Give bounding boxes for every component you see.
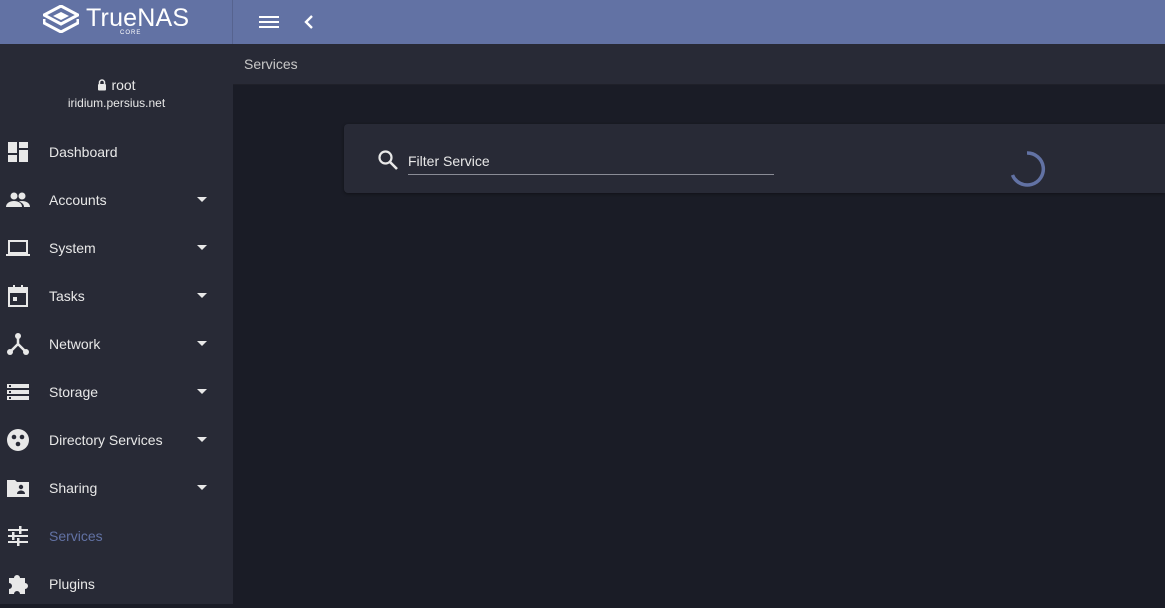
- breadcrumb: Services: [244, 56, 298, 72]
- hostname: iridium.persius.net: [67, 96, 166, 110]
- sidebar-item-plugins[interactable]: Plugins: [0, 560, 233, 608]
- tune-icon: [8, 526, 28, 546]
- sidebar-item-label: Accounts: [49, 192, 107, 208]
- sidebar-item-accounts[interactable]: Accounts: [0, 176, 233, 224]
- sidebar-item-storage[interactable]: Storage: [0, 368, 233, 416]
- chevron-left-icon[interactable]: [300, 11, 320, 33]
- sidebar-item-tasks[interactable]: Tasks: [0, 272, 233, 320]
- sidebar-item-network[interactable]: Network: [0, 320, 233, 368]
- shared-folder-icon: [7, 480, 29, 497]
- brand[interactable]: TrueNAS CORE: [0, 0, 233, 44]
- sidebar-item-sharing[interactable]: Sharing: [0, 464, 233, 512]
- brand-name: TrueNAS: [86, 4, 190, 32]
- caret-down-icon: [197, 485, 207, 490]
- sidebar-item-directory-services[interactable]: Directory Services: [0, 416, 233, 464]
- calendar-icon: [8, 285, 28, 307]
- services-card: [344, 124, 1165, 193]
- breadcrumb-bar: Services: [233, 44, 1165, 85]
- caret-down-icon: [197, 245, 207, 250]
- sidebar-item-label: Directory Services: [49, 432, 163, 448]
- caret-down-icon: [197, 341, 207, 346]
- sidebar-item-label: Storage: [49, 384, 99, 400]
- username: root: [111, 77, 136, 93]
- caret-down-icon: [197, 293, 207, 298]
- loading-spinner-icon: [1010, 151, 1046, 187]
- sidebar-item-label: Sharing: [49, 480, 98, 496]
- puzzle-icon: [9, 575, 28, 594]
- sidebar-item-label: Network: [49, 336, 101, 352]
- sidebar-item-dashboard[interactable]: Dashboard: [0, 128, 233, 176]
- dashboard-icon: [8, 142, 28, 162]
- top-toolbar: TrueNAS CORE: [0, 0, 1165, 44]
- laptop-icon: [6, 240, 30, 256]
- directory-icon: [7, 429, 29, 451]
- lock-icon: [98, 79, 107, 91]
- user-info: root iridium.persius.net: [0, 76, 233, 110]
- caret-down-icon: [197, 437, 207, 442]
- search-icon: [378, 150, 398, 170]
- sidebar-item-system[interactable]: System: [0, 224, 233, 272]
- caret-down-icon: [197, 197, 207, 202]
- truenas-logo-icon: [43, 5, 79, 33]
- network-icon: [7, 333, 29, 355]
- caret-down-icon: [197, 389, 207, 394]
- people-icon: [6, 192, 30, 207]
- storage-icon: [7, 384, 29, 400]
- filter-service-input[interactable]: [408, 151, 774, 175]
- sidebar-item-label: Plugins: [49, 576, 95, 592]
- sidebar-item-label: System: [49, 240, 96, 256]
- sidebar-item-label: Tasks: [49, 288, 85, 304]
- sidebar-item-services[interactable]: Services: [0, 512, 233, 560]
- sidebar-item-label: Services: [49, 528, 103, 544]
- brand-edition: CORE: [120, 30, 142, 36]
- sidebar: root iridium.persius.net Dashboard Accou…: [0, 44, 233, 604]
- menu-icon[interactable]: [258, 11, 280, 33]
- sidebar-item-label: Dashboard: [49, 144, 118, 160]
